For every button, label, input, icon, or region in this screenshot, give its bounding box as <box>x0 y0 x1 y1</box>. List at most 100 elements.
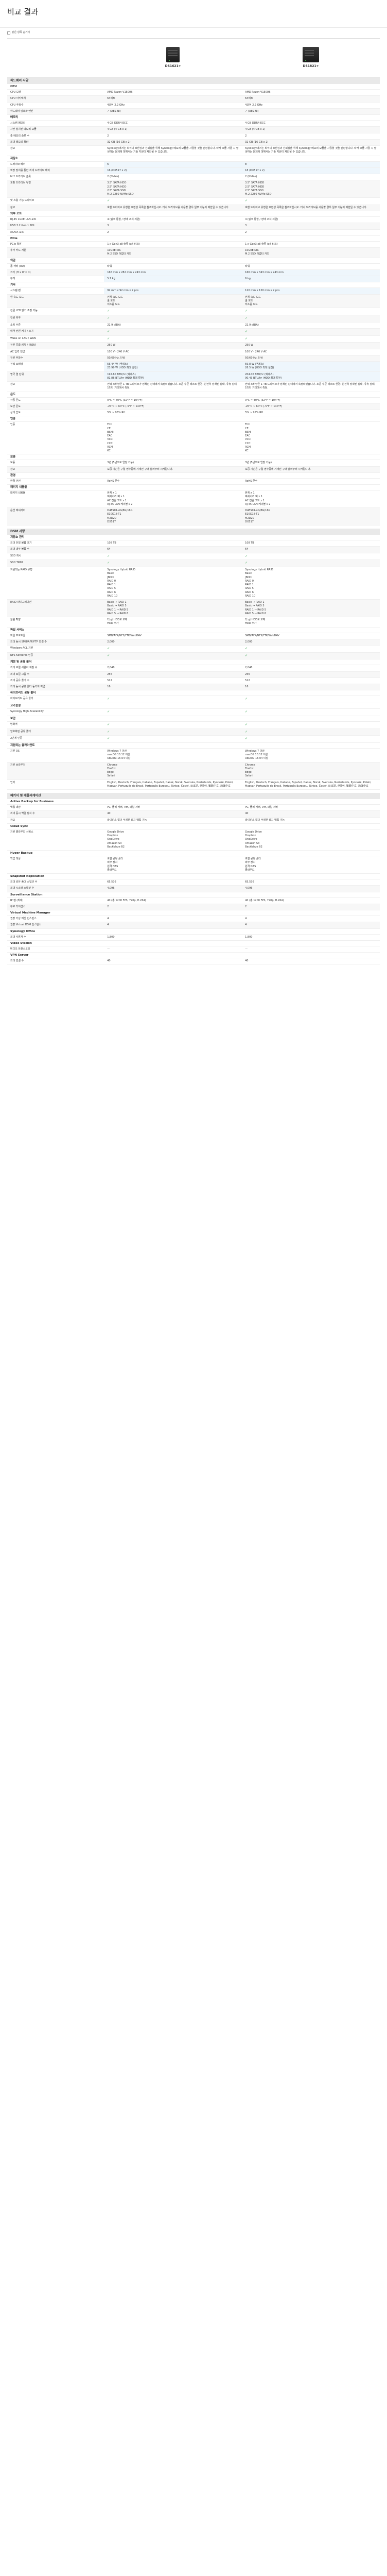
spec-row: 최대 동시 SMB/AFP/FTP 연결 수 2,000 2,000 <box>7 639 380 646</box>
compare-table: DS1621+ DS1821+ 하드웨어 사양 CPU CPU 모델 AMD Ryze… <box>7 38 380 968</box>
spec-label: NFS Kerberos 인증 <box>10 653 33 657</box>
spec-value: 59.8 W (액세스) 26.5 W (HDD 최대 절전) <box>242 362 380 371</box>
spec-value: 로컬 공유 폴더 외부 장치 원격 NAS 클라우드 <box>245 857 261 872</box>
group-header: Cloud Sync <box>7 824 380 829</box>
spec-label: eSATA 포트 <box>10 230 24 234</box>
spec-label: 방화벽 <box>10 722 17 726</box>
toolbar: 같은 항목 숨기기 <box>0 28 387 38</box>
spec-label: 상대 습도 <box>10 411 21 415</box>
spec-row: 시스템 팬 92 mm x 92 mm x 2 pcs 120 mm x 120 m… <box>7 288 380 295</box>
spec-row: 패키지 내용물 본체 x 1 액세서리 팩 x 1 AC 전원 코드 x 1 RJ… <box>7 490 380 509</box>
spec-row: 참고 보증 기간은 구입 영수증에 기재된 구매 날짜부터 시작됩니다. 보증 기간… <box>7 466 380 473</box>
spec-row: 참고 라이선스 없이 무제한 장치 백업 가능 라이선스 없이 무제한 장치 백업 … <box>7 818 380 824</box>
spec-row: SSD TRIM ✓ ✓ <box>7 560 380 568</box>
spec-value: 40 <box>107 812 111 816</box>
hide-same-toggle[interactable]: 같은 항목 숨기기 <box>7 31 30 35</box>
spec-row: 핫 스왑 가능 드라이브 ✓ ✓ <box>7 198 380 205</box>
product-header-spacer <box>7 39 104 77</box>
spec-value: 1,800 <box>107 935 115 939</box>
spec-value: 512 <box>245 679 250 682</box>
spec-label: 사전 설치된 메모리 모듈 <box>10 128 37 131</box>
spec-label: CPU 주파수 <box>10 103 24 107</box>
spec-value: 2,000 <box>245 640 253 643</box>
spec-value: ✓ (AES-NI) <box>107 109 121 113</box>
group-header: 파일 서비스 <box>7 628 380 633</box>
spec-value: ✓ <box>245 554 248 558</box>
spec-value: 10GbE NIC M.2 SSD 어댑터 카드 <box>245 249 270 256</box>
spec-row: 시스템 메모리 4 GB DDR4 ECC 4 GB DDR4 ECC <box>7 121 380 127</box>
spec-row: 2단계 인증 ✓ ✓ <box>7 736 380 743</box>
spec-row: Synology High Availability ✓ ✓ <box>7 709 380 716</box>
spec-value: RoHS 준수 <box>107 479 120 483</box>
spec-value: -20°C ~ 60°C (-5°F ~ 140°F) <box>245 404 283 408</box>
spec-label: 최대 연결 수 <box>10 959 24 963</box>
spec-value: Synology Hybrid RAID Basic JBOD RAID 0 R… <box>107 568 135 598</box>
product-column-2[interactable]: DS1821+ <box>242 39 380 77</box>
spec-label: 지원 OS <box>10 749 20 753</box>
spec-label: 최대 공유 폴더 스냅샷 수 <box>10 880 38 884</box>
spec-value: 4 (링크 통합 / 장애 조치 지원) <box>245 218 278 222</box>
spec-value: 2 <box>245 134 247 138</box>
spec-value: 타워 <box>107 264 112 268</box>
spec-value: ✓ <box>107 710 110 714</box>
spec-value: ✓ <box>245 653 248 657</box>
spec-value: 65,536 <box>107 880 116 884</box>
spec-value: 전력 소비량은 1 TB 드라이브가 장착된 상태에서 측정되었습니다. 소음 … <box>245 383 376 390</box>
spec-value: 4 GB DDR4 ECC <box>107 122 128 125</box>
spec-value: FCC CE BSMI EAC VCCI CCC RCM KC <box>245 423 252 453</box>
spec-sections: 하드웨어 사양 CPU CPU 모델 AMD Ryzen V1500B AMD Ryze… <box>7 78 380 968</box>
spec-value: ✓ <box>245 316 248 320</box>
spec-label: 전원 LED 밝기 조정 가능 <box>10 309 38 313</box>
group-header: Active Backup for Business <box>7 799 380 805</box>
spec-label: 보관 온도 <box>10 404 21 408</box>
spec-value: 더 큰 HDD로 교체 HDD 추가 <box>245 618 266 625</box>
spec-label: 패키지 내용물 <box>10 492 26 495</box>
spec-value: 2 <box>107 230 109 234</box>
spec-value: 1 x Gen3 x8 슬롯 (x4 링크) <box>245 242 278 246</box>
spec-value: 0°C ~ 40°C (32°F ~ 104°F) <box>107 398 143 402</box>
spec-label: 드라이브 베이 <box>10 162 26 166</box>
spec-value: 3.5" SATA HDD 2.5" SATA HDD 2.5" SATA SS… <box>107 181 134 196</box>
spec-value: 전력 소비량은 1 TB 드라이브가 장착된 상태에서 측정되었습니다. 소음 … <box>107 383 238 390</box>
spec-label: 비디오 트랜스코딩 <box>10 947 30 951</box>
hide-same-checkbox[interactable] <box>7 31 10 35</box>
spec-row: 옵션 액세서리 D4ES01-4G/8G/16G E10G18-T1 M2D20 … <box>7 508 380 526</box>
spec-value: 6 kg <box>242 276 380 282</box>
spec-value: 6 <box>104 161 242 167</box>
spec-value: ✓ <box>245 199 248 203</box>
spec-value: 100 V - 240 V AC <box>245 350 267 353</box>
spec-row: 최대 공유 폴더 수 512 512 <box>7 678 380 685</box>
spec-row: 무게 5.1 kg 6 kg <box>7 276 380 283</box>
spec-label: 최대 동시 공유 폴더 동기화 작업 <box>10 685 45 689</box>
spec-row: 최대 동시 공유 폴더 동기화 작업 16 16 <box>7 684 380 691</box>
spec-value: 본체 x 1 액세서리 팩 x 1 AC 전원 코드 x 1 RJ-45 LAN… <box>245 492 271 506</box>
spec-label: CPU 아키텍처 <box>10 97 26 100</box>
spec-row: 최대 사용자 수 1,800 1,800 <box>7 935 380 941</box>
page-header: 비교 결과 <box>0 0 387 28</box>
product-column-1[interactable]: DS1621+ <box>104 39 242 77</box>
spec-value: 32 GB (16 GB x 2) <box>107 140 131 144</box>
hide-same-label: 같은 항목 숨기기 <box>12 31 30 34</box>
spec-row: 예약 전원 켜기 / 끄기 ✓ ✓ <box>7 329 380 336</box>
spec-value: 120 mm x 120 mm x 2 pcs <box>242 288 380 294</box>
page-title: 비교 결과 <box>7 7 38 16</box>
spec-label: 폼 팩터 (RU) <box>10 264 25 268</box>
group-header: Video Station <box>7 941 380 946</box>
spec-label: 최대 메모리 용량 <box>10 140 29 144</box>
spec-value: 64 <box>245 548 249 551</box>
spec-label: 추가 카드 지원 <box>10 249 26 252</box>
spec-value: 204.06 BTU/hr (액세스) 90.43 BTU/hr (HDD 최대… <box>242 371 380 382</box>
spec-value: Synology에서는 최적의 호환성과 신뢰성을 위해 Synology 메모… <box>107 147 239 154</box>
spec-label: 최대 로컬 사용자 계정 수 <box>10 666 38 670</box>
spec-row: 영국 열 단위 192.60 BTU/hr (액세스) 81.86 BTU/hr … <box>7 371 380 382</box>
spec-row: 언어 English, Deutsch, Français, Italiano, … <box>7 780 380 790</box>
spec-label: 하드웨어 암호화 엔진 <box>10 109 33 113</box>
spec-value: 4,096 <box>245 887 253 890</box>
spec-row: 최대 시스템 스냅샷 수 4,096 4,096 <box>7 886 380 892</box>
spec-value: 라이선스 없이 무제한 장치 백업 가능 <box>107 818 147 822</box>
section-header: 패키지 및 애플리케이션 <box>7 793 380 800</box>
spec-label: 참고 <box>10 818 15 822</box>
spec-value: ✓ <box>245 330 248 334</box>
spec-label: 언어 <box>10 781 15 784</box>
